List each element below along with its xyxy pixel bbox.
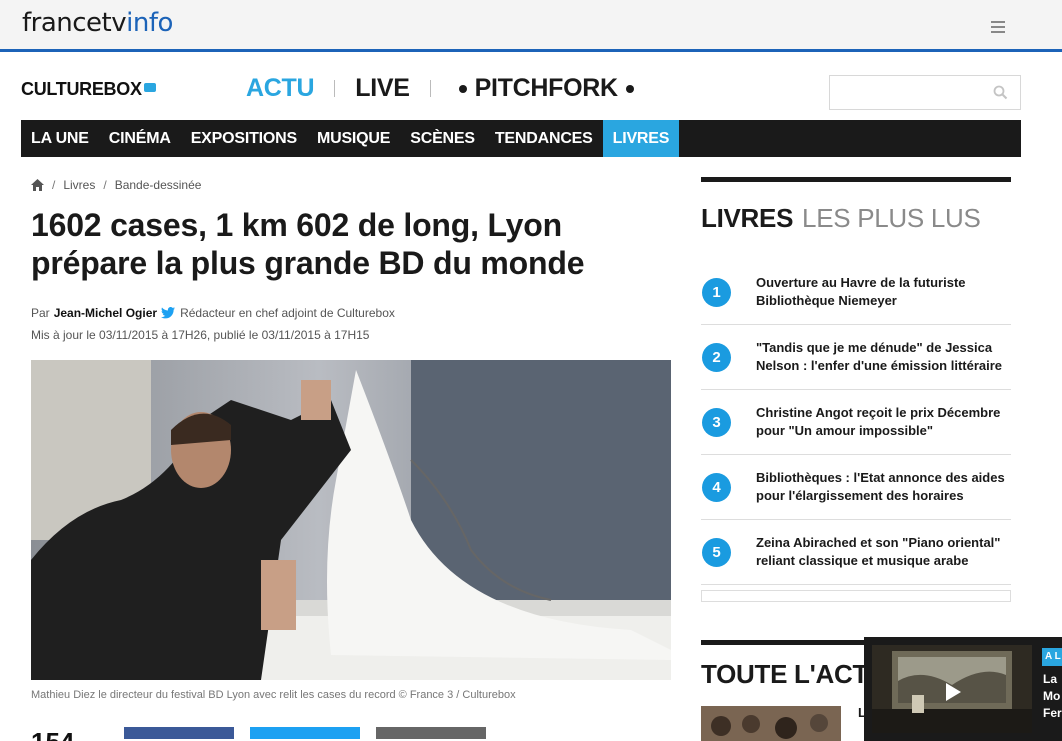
sidebar-rule	[701, 177, 1011, 182]
breadcrumb-livres[interactable]: Livres	[63, 178, 95, 192]
culturebox-logo[interactable]: CULTUREBOX	[21, 79, 156, 100]
author-name[interactable]: Jean-Michel Ogier	[54, 306, 157, 320]
nav-scenes[interactable]: SCÈNES	[400, 120, 485, 157]
sidebar-title-bold: LIVRES	[701, 203, 794, 233]
list-item[interactable]: 3 Christine Angot reçoit le prix Décembr…	[701, 389, 1011, 454]
twitter-share-button[interactable]	[250, 727, 360, 739]
section-actu[interactable]: ACTU	[246, 74, 315, 103]
section-separator	[429, 79, 431, 97]
sidebar-title-light: LES PLUS LUS	[802, 203, 981, 233]
breadcrumb-separator: /	[103, 178, 107, 192]
breadcrumb-bande-dessinee[interactable]: Bande-dessinée	[115, 178, 202, 192]
bullet-icon	[625, 84, 634, 93]
share-button[interactable]	[376, 727, 486, 739]
search-icon[interactable]	[993, 85, 1008, 100]
brand-main: francetv	[22, 8, 127, 38]
section-separator	[334, 79, 336, 97]
list-item-title[interactable]: Bibliothèques : l'Etat annonce des aides…	[756, 469, 1011, 505]
bullet-icon	[458, 84, 467, 93]
video-title-line: La	[1043, 672, 1058, 686]
brand-accent: info	[126, 8, 173, 38]
rank-badge: 3	[702, 407, 731, 437]
list-item-title[interactable]: Ouverture au Havre de la futuriste Bibli…	[756, 274, 1011, 310]
list-item[interactable]: 4 Bibliothèques : l'Etat annonce des aid…	[701, 454, 1011, 519]
breadcrumb-separator: /	[52, 178, 56, 192]
rank-badge: 2	[702, 342, 731, 372]
sidebar-pager[interactable]	[701, 590, 1011, 602]
author-role: Rédacteur en chef adjoint de Culturebox	[180, 306, 395, 320]
top-bar: francetvinfo	[0, 0, 1062, 52]
breadcrumb: / Livres / Bande-dessinée	[31, 178, 201, 192]
nav-expositions[interactable]: EXPOSITIONS	[181, 120, 307, 157]
article-title: 1602 cases, 1 km 602 de long, Lyon prépa…	[31, 207, 585, 281]
nav-musique[interactable]: MUSIQUE	[307, 120, 400, 157]
most-read-list: 1 Ouverture au Havre de la futuriste Bib…	[701, 260, 1011, 585]
sidebar-title: LIVRES LES PLUS LUS	[701, 203, 1011, 234]
culturebox-logo-mark	[143, 83, 156, 92]
video-title-line: Fer	[1043, 706, 1062, 720]
article-hero-image[interactable]	[31, 360, 671, 680]
share-count: 154	[31, 729, 124, 741]
list-item-title[interactable]: "Tandis que je me dénude" de Jessica Nel…	[756, 339, 1011, 375]
rank-badge: 5	[702, 537, 731, 567]
francetvinfo-logo[interactable]: francetvinfo	[22, 8, 173, 38]
list-item-title[interactable]: Christine Angot reçoit le prix Décembre …	[756, 404, 1011, 440]
rank-badge: 1	[702, 277, 731, 307]
toute-actu-title: TOUTE L'ACTU	[701, 659, 887, 689]
twitter-bird-icon[interactable]	[161, 307, 176, 319]
section-switcher: ACTU LIVE PITCHFORK	[246, 71, 642, 105]
nav-livres[interactable]: LIVRES	[602, 120, 680, 157]
nav-cinema[interactable]: CINÉMA	[99, 120, 181, 157]
section-pitchfork-label: PITCHFORK	[474, 73, 618, 102]
actu-thumbnail-photo	[701, 706, 841, 741]
most-read-sidebar: LIVRES LES PLUS LUS 1 Ouverture au Havre…	[701, 177, 1011, 585]
video-title-line: Mo	[1043, 689, 1061, 703]
home-icon[interactable]	[31, 179, 44, 191]
article-dates: Mis à jour le 03/11/2015 à 17H26, publié…	[31, 328, 370, 342]
byline-prefix: Par	[31, 306, 50, 320]
culturebox-logo-text: CULTUREBOX	[21, 79, 142, 99]
nav-la-une[interactable]: LA UNE	[21, 120, 99, 157]
list-item[interactable]: 1 Ouverture au Havre de la futuriste Bib…	[701, 260, 1011, 324]
play-icon[interactable]	[946, 683, 961, 701]
category-nav: LA UNE CINÉMA EXPOSITIONS MUSIQUE SCÈNES…	[21, 120, 1021, 157]
list-item-title[interactable]: Zeina Abirached et son "Piano oriental" …	[756, 534, 1011, 570]
floating-video-player[interactable]	[864, 637, 1062, 741]
image-caption: Mathieu Diez le directeur du festival BD…	[31, 689, 516, 701]
section-pitchfork[interactable]: PITCHFORK	[451, 74, 642, 103]
actu-thumbnail[interactable]	[701, 706, 841, 741]
facebook-share-button[interactable]	[124, 727, 234, 739]
video-title[interactable]: La Mo Fer	[1043, 671, 1062, 722]
rank-badge: 4	[702, 472, 731, 502]
nav-tendances[interactable]: TENDANCES	[485, 120, 603, 157]
hamburger-icon[interactable]	[991, 21, 1005, 34]
byline: Par Jean-Michel Ogier Rédacteur en chef …	[31, 306, 395, 320]
hero-photo	[31, 360, 671, 680]
search-box	[829, 75, 1021, 110]
search-input[interactable]	[830, 76, 990, 109]
section-live[interactable]: LIVE	[355, 74, 410, 103]
list-item[interactable]: 2 "Tandis que je me dénude" de Jessica N…	[701, 324, 1011, 389]
video-badge: A L	[1042, 648, 1062, 666]
share-bar: 154	[31, 727, 502, 741]
list-item[interactable]: 5 Zeina Abirached et son "Piano oriental…	[701, 519, 1011, 584]
